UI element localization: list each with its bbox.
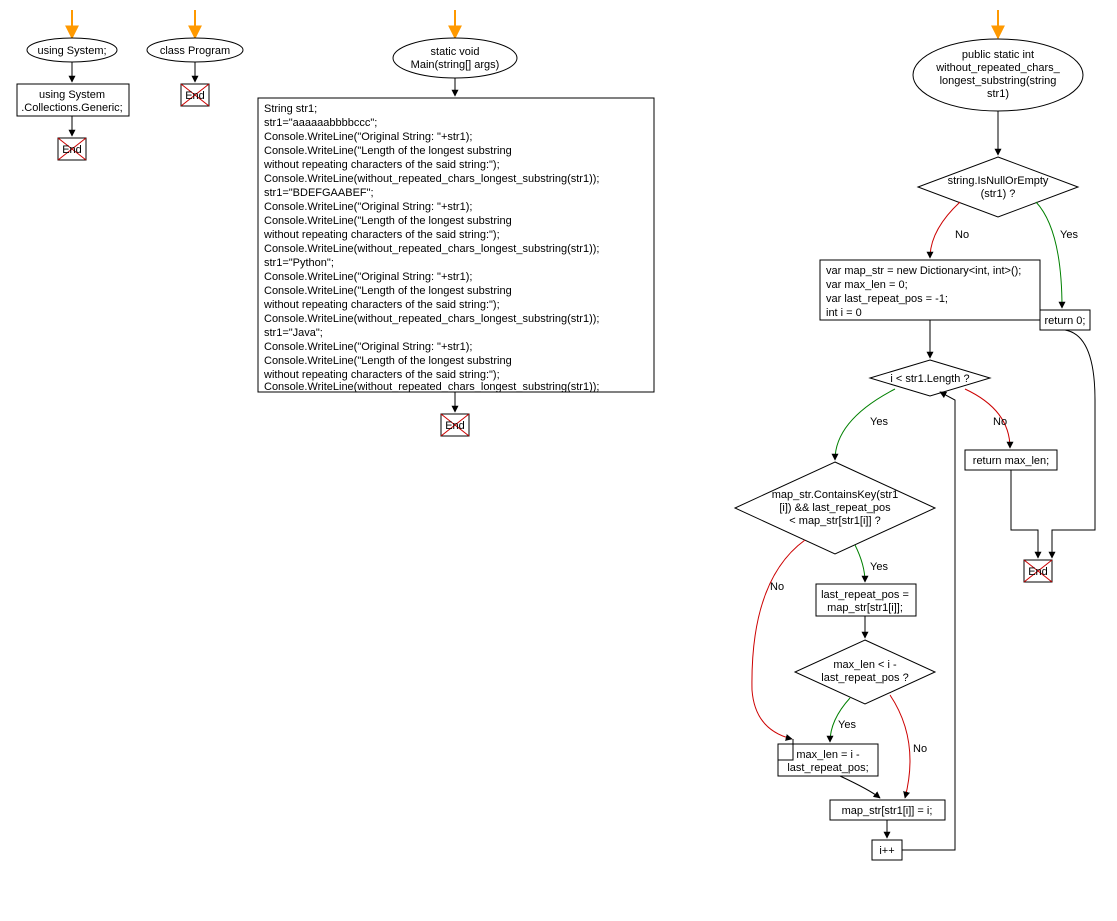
svg-text:string.IsNullOrEmpty: string.IsNullOrEmpty [948, 175, 1049, 187]
svg-text:[i]) && last_repeat_pos: [i]) && last_repeat_pos [779, 502, 891, 514]
using-generic-l2: .Collections.Generic; [21, 102, 123, 114]
end-node-2: End [181, 84, 209, 106]
svg-text:i < str1.Length ?: i < str1.Length ? [890, 373, 969, 385]
end-node-1: End [58, 138, 86, 160]
fn-h2: without_repeated_chars_ [935, 62, 1060, 74]
svg-text:Console.WriteLine("Original St: Console.WriteLine("Original String: "+st… [264, 131, 472, 143]
svg-text:Console.WriteLine("Original St: Console.WriteLine("Original String: "+st… [264, 271, 472, 283]
svg-text:return 0;: return 0; [1045, 315, 1086, 327]
svg-text:var max_len = 0;: var max_len = 0; [826, 279, 908, 291]
fn-h4: str1) [987, 88, 1009, 100]
label-no-1: No [955, 229, 969, 241]
svg-text:< map_str[str1[i]] ?: < map_str[str1[i]] ? [789, 515, 880, 527]
using-system-header: using System; [37, 45, 106, 57]
flow-main: static void Main(string[] args) String s… [258, 10, 654, 436]
svg-text:End: End [445, 420, 465, 432]
svg-text:int i = 0: int i = 0 [826, 307, 862, 319]
svg-text:var last_repeat_pos = -1;: var last_repeat_pos = -1; [826, 293, 948, 305]
svg-text:Console.WriteLine("Length of t: Console.WriteLine("Length of the longest… [264, 285, 512, 297]
flow-function: public static int without_repeated_chars… [735, 10, 1095, 860]
svg-text:Console.WriteLine(without_repe: Console.WriteLine(without_repeated_chars… [264, 381, 599, 393]
svg-text:str1="Python";: str1="Python"; [264, 257, 334, 269]
main-h2: Main(string[] args) [411, 59, 500, 71]
svg-text:without repeating characters o: without repeating characters of the said… [263, 229, 500, 241]
decision-isnull [918, 157, 1078, 217]
svg-text:i++: i++ [879, 845, 894, 857]
svg-text:End: End [185, 90, 205, 102]
svg-text:Console.WriteLine("Length of t: Console.WriteLine("Length of the longest… [264, 145, 512, 157]
using-generic-l1: using System [39, 89, 105, 101]
svg-text:last_repeat_pos;: last_repeat_pos; [787, 762, 868, 774]
svg-text:without repeating characters o: without repeating characters of the said… [263, 159, 500, 171]
svg-text:last_repeat_pos =: last_repeat_pos = [821, 589, 909, 601]
flow-class-program: class Program End [147, 10, 243, 106]
svg-text:max_len = i -: max_len = i - [796, 749, 860, 761]
end-node-3: End [441, 414, 469, 436]
svg-text:str1="Java";: str1="Java"; [264, 327, 323, 339]
svg-text:map_str[str1[i]];: map_str[str1[i]]; [827, 602, 903, 614]
svg-text:Console.WriteLine("Original St: Console.WriteLine("Original String: "+st… [264, 201, 472, 213]
svg-text:Console.WriteLine("Length of t: Console.WriteLine("Length of the longest… [264, 215, 512, 227]
svg-text:str1="aaaaaabbbbccc";: str1="aaaaaabbbbccc"; [264, 117, 377, 129]
label-no-3: No [770, 581, 784, 593]
svg-text:Console.WriteLine(without_repe: Console.WriteLine(without_repeated_chars… [264, 313, 599, 325]
flow-using-system: using System; using System .Collections.… [17, 10, 129, 160]
svg-text:Console.WriteLine("Original St: Console.WriteLine("Original String: "+st… [264, 341, 472, 353]
label-yes-3: Yes [870, 561, 888, 573]
label-yes-1: Yes [1060, 229, 1078, 241]
svg-text:str1="BDEFGAABEF";: str1="BDEFGAABEF"; [264, 187, 374, 199]
svg-text:return max_len;: return max_len; [973, 455, 1049, 467]
svg-text:var map_str = new Dictionary<i: var map_str = new Dictionary<int, int>()… [826, 265, 1021, 277]
class-program-header: class Program [160, 45, 230, 57]
end-node-4: End [1024, 560, 1052, 582]
svg-text:without repeating characters o: without repeating characters of the said… [263, 369, 500, 381]
svg-text:without repeating characters o: without repeating characters of the said… [263, 299, 500, 311]
main-h1: static void [431, 46, 480, 58]
svg-text:map_str[str1[i]] = i;: map_str[str1[i]] = i; [842, 805, 933, 817]
label-no-2: No [993, 416, 1007, 428]
label-yes-4: Yes [838, 719, 856, 731]
label-yes-2: Yes [870, 416, 888, 428]
svg-text:Console.WriteLine(without_repe: Console.WriteLine(without_repeated_chars… [264, 243, 599, 255]
svg-text:last_repeat_pos ?: last_repeat_pos ? [821, 672, 908, 684]
svg-text:End: End [1028, 566, 1048, 578]
svg-text:map_str.ContainsKey(str1: map_str.ContainsKey(str1 [772, 489, 899, 501]
svg-text:End: End [62, 144, 82, 156]
svg-text:Console.WriteLine(without_repe: Console.WriteLine(without_repeated_chars… [264, 173, 599, 185]
svg-text:max_len < i -: max_len < i - [833, 659, 897, 671]
fn-h3: longest_substring(string [940, 75, 1057, 87]
svg-text:(str1) ?: (str1) ? [981, 188, 1016, 200]
svg-text:String str1;: String str1; [264, 103, 317, 115]
flowchart-diagram: using System; using System .Collections.… [0, 0, 1117, 921]
fn-h1: public static int [962, 49, 1034, 61]
svg-text:Console.WriteLine("Length of t: Console.WriteLine("Length of the longest… [264, 355, 512, 367]
label-no-4: No [913, 743, 927, 755]
